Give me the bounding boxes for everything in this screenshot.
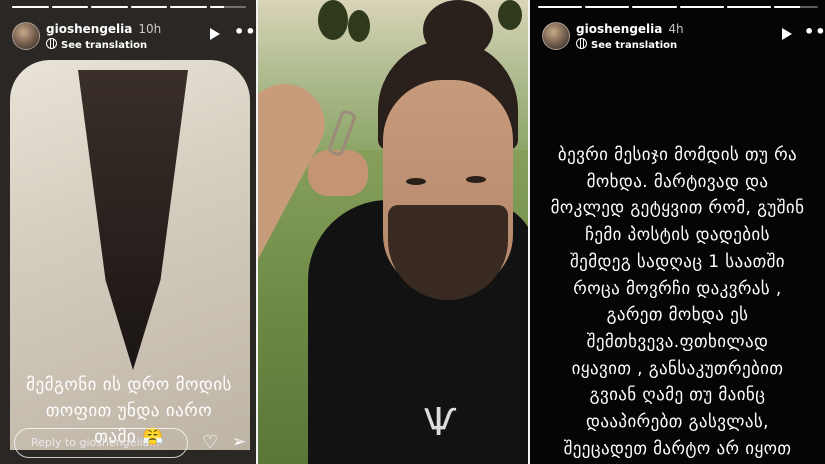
story-text-line: შემდეგ სადღაც 1 საათში	[569, 251, 786, 272]
photo-eye	[406, 178, 426, 185]
progress-segment-fill	[773, 6, 801, 8]
progress-segment	[632, 6, 677, 8]
play-icon[interactable]	[782, 28, 792, 40]
progress-segment	[91, 6, 128, 8]
see-translation-label: See translation	[61, 40, 148, 51]
avatar[interactable]	[542, 22, 570, 50]
progress-segment	[170, 6, 207, 8]
story-header: gioshengelia 10h See translation •••	[12, 18, 258, 52]
see-translation-link[interactable]: See translation	[576, 38, 677, 51]
story-progress-bar	[538, 6, 819, 8]
more-icon[interactable]: •••	[804, 22, 825, 41]
progress-segment	[585, 6, 630, 8]
photo-hair-bun	[423, 0, 493, 60]
story-text-line: ჩემი პოსტის დადების	[585, 225, 770, 246]
photo-panel: Ѱ	[258, 0, 528, 464]
progress-segment	[209, 6, 246, 8]
see-translation-link[interactable]: See translation	[46, 38, 147, 51]
progress-segment-fill	[632, 6, 677, 8]
story-text-line: იყავით , განსაკუთრებით	[571, 358, 784, 379]
progress-segment-fill	[679, 6, 724, 8]
progress-segment-fill	[585, 6, 630, 8]
progress-segment-fill	[726, 6, 771, 8]
progress-segment	[130, 6, 167, 8]
globe-icon	[46, 38, 57, 49]
story-right[interactable]: gioshengelia 4h See translation ••• ბევრი…	[530, 0, 825, 464]
shirt-emblem: Ѱ	[424, 400, 457, 444]
reply-input[interactable]: Reply to gioshengelia...	[14, 428, 188, 458]
more-icon[interactable]: •••	[234, 22, 258, 41]
story-text-line: დააპირებთ გასვლას,	[586, 412, 769, 433]
story-left[interactable]: gioshengelia 10h See translation ••• მემგ…	[0, 0, 258, 464]
leaf	[348, 10, 370, 42]
progress-segment-fill	[51, 6, 88, 8]
progress-segment	[538, 6, 583, 8]
story-text-line: გარეთ მოხდა ეს	[606, 305, 749, 326]
progress-segment-fill	[209, 6, 225, 8]
progress-segment-fill	[538, 6, 583, 8]
progress-segment-fill	[170, 6, 207, 8]
story-text-line: ბევრი მესიჯი მომდის თუ რა	[557, 145, 798, 165]
photo-eye	[466, 176, 486, 183]
story-text-line: როცა მოვრჩი დაკვრას ,	[573, 278, 782, 299]
leaf	[498, 0, 522, 30]
progress-segment-fill	[12, 6, 49, 8]
globe-icon	[576, 38, 587, 49]
progress-segment	[773, 6, 819, 8]
story-time: 10h	[138, 22, 162, 36]
username-text: gioshengelia	[46, 22, 133, 36]
username[interactable]: gioshengelia 10h	[46, 22, 161, 36]
story-text-line: შემთხვევა.ფთხილად	[586, 331, 769, 352]
avatar[interactable]	[12, 22, 40, 50]
progress-segment-fill	[91, 6, 128, 8]
username-text: gioshengelia	[576, 22, 663, 36]
progress-segment-fill	[130, 6, 167, 8]
photo-forearm	[308, 150, 368, 196]
story-text: ბევრი მესიჯი მომდის თუ რა მოხდა. მარტივად…	[540, 142, 815, 462]
send-icon[interactable]: ➢	[232, 432, 246, 452]
story-time: 4h	[668, 22, 684, 36]
story-progress-bar	[12, 6, 246, 8]
leaf	[318, 0, 348, 40]
story-text-line: მოკლედ გეტყვით რომ, გუშინ	[550, 198, 805, 219]
progress-segment	[12, 6, 49, 8]
story-text-line: შეეცადეთ მარტო არ იყოთ	[563, 438, 792, 459]
story-header: gioshengelia 4h See translation •••	[542, 18, 825, 52]
progress-segment	[679, 6, 724, 8]
progress-segment	[51, 6, 88, 8]
username[interactable]: gioshengelia 4h	[576, 22, 684, 36]
reply-placeholder: Reply to gioshengelia...	[31, 436, 160, 449]
story-text-line: მოხდა. მარტივად და	[586, 171, 769, 192]
play-icon[interactable]	[210, 28, 220, 40]
story-text-line: გვიან ღამე თუ მაინც	[589, 385, 766, 406]
caption-line: მემგონი ის დრო მოდის	[26, 375, 232, 395]
progress-segment	[726, 6, 771, 8]
heart-icon[interactable]: ♡	[202, 432, 218, 453]
caption-line: თოფით უნდა იარო	[45, 401, 213, 421]
see-translation-label: See translation	[591, 40, 678, 51]
